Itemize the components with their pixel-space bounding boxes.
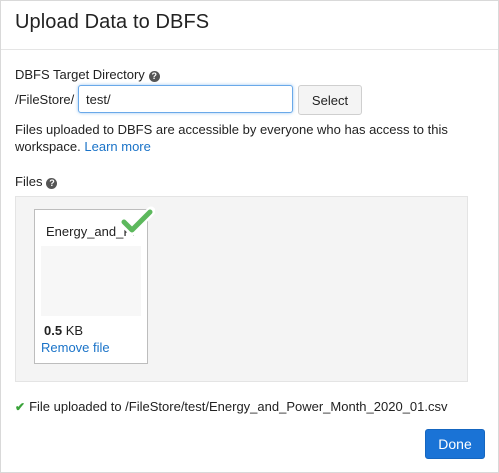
check-icon — [119, 206, 155, 236]
upload-status-text: File uploaded to /FileStore/test/Energy_… — [29, 399, 448, 414]
check-icon: ✔ — [15, 400, 26, 414]
target-directory-input[interactable] — [78, 85, 293, 113]
question-circle-icon[interactable]: ? — [46, 178, 58, 189]
learn-more-link[interactable]: Learn more — [84, 139, 150, 154]
directory-prefix: /FileStore/ — [15, 92, 75, 107]
files-label-row: Files? — [15, 174, 58, 189]
question-circle-icon[interactable]: ? — [148, 71, 160, 82]
file-size: 0.5 KB — [44, 323, 83, 338]
file-preview — [41, 246, 141, 316]
target-directory-label: DBFS Target Directory — [15, 67, 145, 82]
file-dropzone[interactable]: Energy_and_Power_Month_2020_01.csv 0.5 K… — [15, 196, 468, 382]
dialog-title: Upload Data to DBFS — [15, 11, 210, 33]
files-label: Files — [15, 174, 43, 189]
upload-status: ✔ File uploaded to /FileStore/test/Energy… — [15, 399, 448, 414]
target-directory-label-row: DBFS Target Directory? — [15, 67, 160, 82]
access-info-text: Files uploaded to DBFS are accessible by… — [15, 121, 475, 155]
file-card: Energy_and_Power_Month_2020_01.csv 0.5 K… — [34, 206, 155, 364]
header-divider — [1, 49, 498, 50]
done-button[interactable]: Done — [425, 429, 485, 459]
access-info-message: Files uploaded to DBFS are accessible by… — [15, 122, 448, 154]
upload-dialog: Upload Data to DBFS DBFS Target Director… — [0, 0, 499, 473]
remove-file-link[interactable]: Remove file — [41, 340, 110, 355]
file-size-value: 0.5 — [44, 323, 63, 338]
file-size-unit: KB — [65, 323, 84, 338]
select-button[interactable]: Select — [298, 85, 362, 115]
